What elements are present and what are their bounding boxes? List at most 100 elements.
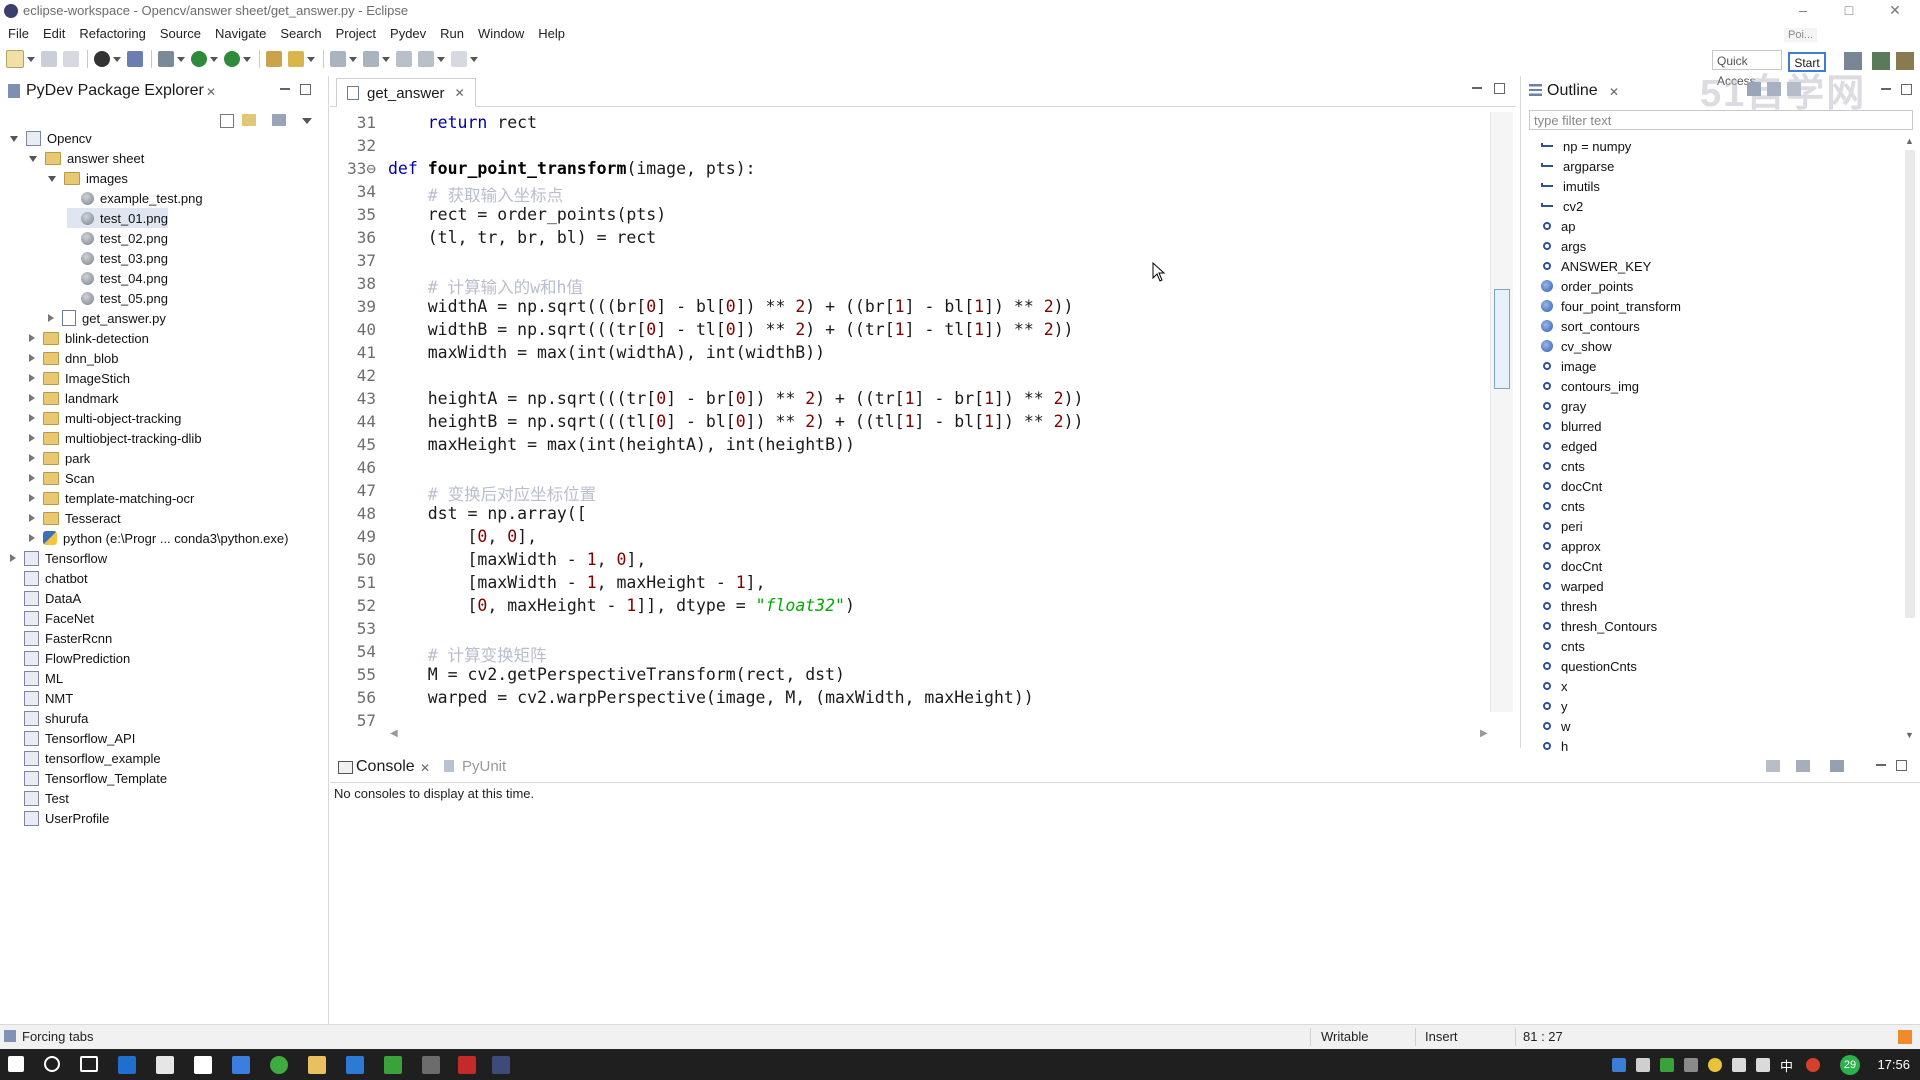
close-button[interactable]: ✕ (1872, 0, 1918, 22)
outline-item[interactable]: image (1541, 356, 1596, 376)
mail-icon[interactable] (194, 1056, 212, 1074)
editor-vertical-scrollbar[interactable] (1490, 112, 1513, 712)
chrome-icon[interactable] (270, 1056, 288, 1074)
collapse-arrow-icon[interactable] (29, 334, 35, 342)
outline-item[interactable]: np = numpy (1541, 136, 1631, 156)
code-line[interactable]: warped = cv2.warpPerspective(image, M, (… (388, 688, 1034, 707)
tree-item[interactable]: example_test.png (67, 188, 203, 208)
edge-icon[interactable] (118, 1056, 136, 1074)
menu-help[interactable]: Help (538, 26, 565, 41)
code-line[interactable]: return rect (388, 113, 537, 132)
code-line[interactable]: [maxWidth - 1, 0], (388, 550, 646, 569)
code-line[interactable]: maxWidth = max(int(widthA), int(widthB)) (388, 343, 825, 362)
tree-item[interactable]: answer sheet (29, 148, 144, 168)
tree-item[interactable]: Opencv (10, 128, 92, 148)
tree-item[interactable]: ImageStich (29, 368, 130, 388)
outline-item[interactable]: y (1541, 696, 1568, 716)
tray-icon-2[interactable] (1636, 1058, 1650, 1072)
collapse-arrow-icon[interactable] (10, 554, 16, 562)
minimize-editor-icon[interactable] (1472, 87, 1482, 89)
taskbar-clock[interactable]: 17:56 (1877, 1057, 1910, 1072)
debug-icon[interactable] (158, 51, 174, 67)
tree-item[interactable]: multiobject-tracking-dlib (29, 428, 202, 448)
tree-item[interactable]: get_answer.py (48, 308, 166, 328)
recorder-icon[interactable] (458, 1056, 476, 1074)
tree-item[interactable]: images (48, 168, 128, 188)
sort-icon[interactable] (1747, 82, 1761, 96)
tree-item[interactable]: Tesseract (29, 508, 121, 528)
tree-item[interactable]: FaceNet (10, 608, 94, 628)
code-line[interactable]: [0, maxHeight - 1]], dtype = "float32") (388, 596, 854, 615)
console-tab-label[interactable]: Console (356, 758, 415, 776)
close-icon[interactable]: ✕ (1609, 85, 1619, 99)
editor-horizontal-scrollbar[interactable]: ◀ ▶ (390, 726, 1490, 740)
outline-item[interactable]: blurred (1541, 416, 1601, 436)
outline-item[interactable]: peri (1541, 516, 1583, 536)
code-line[interactable]: def four_point_transform(image, pts): (388, 159, 756, 178)
eclipse-task-icon[interactable] (492, 1056, 510, 1074)
outline-item[interactable]: thresh_Contours (1541, 616, 1657, 636)
outline-item[interactable]: cv_show (1541, 336, 1612, 356)
code-line[interactable]: widthA = np.sqrt(((br[0] - bl[0]) ** 2) … (388, 297, 1074, 316)
outline-scrollbar[interactable]: ▲ ▼ (1903, 136, 1917, 742)
tree-item[interactable]: Test (10, 788, 69, 808)
forward-icon[interactable] (451, 51, 467, 67)
outline-item[interactable]: approx (1541, 536, 1601, 556)
tree-item[interactable]: park (29, 448, 90, 468)
outline-item[interactable]: questionCnts (1541, 656, 1637, 676)
tree-item[interactable]: test_03.png (67, 248, 168, 268)
app-icon[interactable] (232, 1056, 250, 1074)
close-icon[interactable]: ✕ (455, 86, 465, 100)
maximize-editor-icon[interactable] (1494, 83, 1505, 94)
tab-get-answer[interactable]: get_answer ✕ (336, 78, 476, 107)
search-icon[interactable] (44, 1056, 60, 1072)
minimize-view-icon[interactable] (1876, 764, 1886, 766)
code-line[interactable]: [0, 0], (388, 527, 537, 546)
outline-item[interactable]: gray (1541, 396, 1586, 416)
close-icon[interactable]: ✕ (206, 85, 216, 99)
collapse-arrow-icon[interactable] (29, 434, 35, 442)
save-icon[interactable] (41, 51, 57, 67)
outline-item[interactable]: imutils (1541, 176, 1600, 196)
menu-pydev[interactable]: Pydev (390, 26, 426, 41)
ie-icon[interactable] (346, 1056, 364, 1074)
menu-file[interactable]: File (8, 26, 29, 41)
code-line[interactable]: heightA = np.sqrt(((tr[0] - br[0]) ** 2)… (388, 389, 1084, 408)
code-line[interactable]: rect = order_points(pts) (388, 205, 666, 224)
minimize-view-icon[interactable] (280, 88, 290, 90)
pyunit-tab-label[interactable]: PyUnit (462, 758, 506, 775)
tree-item[interactable]: ML (10, 668, 63, 688)
collapse-arrow-icon[interactable] (29, 494, 35, 502)
rss-icon[interactable] (1898, 1030, 1912, 1044)
code-line[interactable]: (tl, tr, br, bl) = rect (388, 228, 656, 247)
maximize-view-icon[interactable] (300, 84, 311, 95)
menu-window[interactable]: Window (478, 26, 524, 41)
tree-item[interactable]: python (e:\Progr ... conda3\python.exe) (29, 528, 288, 548)
filters-icon[interactable] (272, 114, 286, 126)
outline-item[interactable]: docCnt (1541, 476, 1602, 496)
code-line[interactable]: M = cv2.getPerspectiveTransform(rect, ds… (388, 665, 845, 684)
collapse-arrow-icon[interactable] (29, 354, 35, 362)
shield-icon[interactable] (1684, 1058, 1698, 1072)
windows-start-icon[interactable] (8, 1056, 24, 1072)
code-line[interactable]: [maxWidth - 1, maxHeight - 1], (388, 573, 765, 592)
outline-item[interactable]: cnts (1541, 456, 1585, 476)
maximize-view-icon[interactable] (1901, 84, 1912, 95)
menu-run[interactable]: Run (440, 26, 464, 41)
maximize-button[interactable]: □ (1826, 0, 1872, 22)
outline-filter-input[interactable]: type filter text (1529, 110, 1913, 130)
open-console-icon[interactable] (1830, 760, 1844, 772)
tree-item[interactable]: blink-detection (29, 328, 149, 348)
tree-item[interactable]: Scan (29, 468, 95, 488)
outline-item[interactable]: args (1541, 236, 1586, 256)
task-view-icon[interactable] (80, 1056, 98, 1072)
outline-item[interactable]: cv2 (1541, 196, 1583, 216)
tree-item[interactable]: Tensorflow_API (10, 728, 135, 748)
outline-item[interactable]: x (1541, 676, 1568, 696)
save-all-icon[interactable] (63, 51, 79, 67)
collapse-arrow-icon[interactable] (29, 474, 35, 482)
code-line[interactable]: widthB = np.sqrt(((tr[0] - tl[0]) ** 2) … (388, 320, 1074, 339)
code-line[interactable]: maxHeight = max(int(heightA), int(height… (388, 435, 855, 454)
tree-item[interactable]: FlowPrediction (10, 648, 130, 668)
tree-item[interactable]: dnn_blob (29, 348, 119, 368)
